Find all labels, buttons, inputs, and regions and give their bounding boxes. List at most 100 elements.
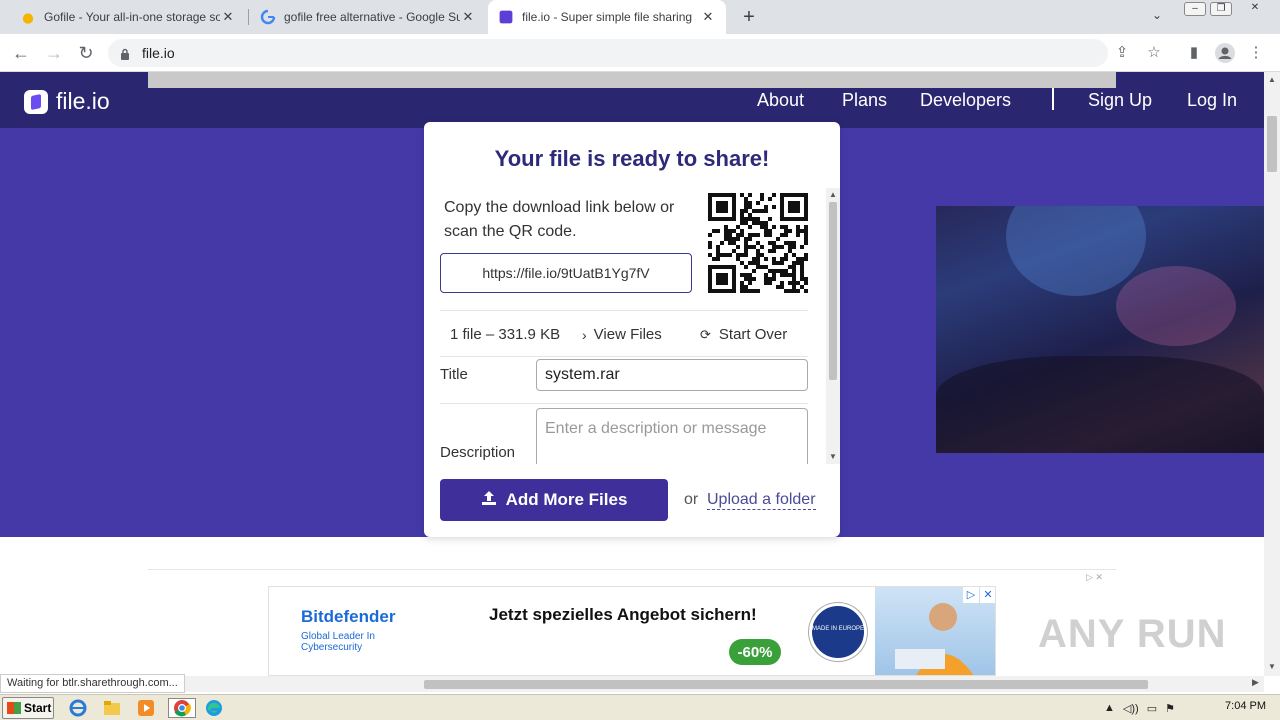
qr-module xyxy=(720,205,724,209)
minimize-icon[interactable]: – xyxy=(1184,2,1206,16)
window-close-icon[interactable]: ✕ xyxy=(1244,2,1266,16)
qr-module xyxy=(796,233,800,237)
qr-module xyxy=(796,217,800,221)
qr-module xyxy=(732,193,736,197)
qr-module xyxy=(736,253,740,257)
reload-icon[interactable]: ↻ xyxy=(75,42,97,64)
qr-module xyxy=(788,205,792,209)
profile-avatar-icon[interactable] xyxy=(1215,43,1235,63)
tab-google-search[interactable]: gofile free alternative - Google Such ✕ xyxy=(250,0,486,34)
bitdefender-ad[interactable]: Bitdefender Global Leader In Cybersecuri… xyxy=(268,586,996,676)
tab-search-chevron-icon[interactable]: ⌄ xyxy=(1152,8,1162,22)
horizontal-scroll-thumb[interactable] xyxy=(424,680,1148,689)
vertical-scroll-thumb[interactable] xyxy=(1267,116,1277,172)
qr-code[interactable] xyxy=(708,193,808,293)
nav-about[interactable]: About xyxy=(757,90,804,111)
start-over-button[interactable]: ⟳ Start Over xyxy=(700,326,787,343)
upload-folder-link[interactable]: Upload a folder xyxy=(707,491,816,510)
address-bar[interactable]: file.io xyxy=(108,39,1108,67)
scroll-down-icon[interactable]: ▼ xyxy=(1268,662,1276,671)
qr-module xyxy=(780,193,784,197)
back-arrow-icon[interactable]: ← xyxy=(10,42,32,64)
qr-module xyxy=(764,221,768,225)
ad-info-icon[interactable]: ▷ xyxy=(963,587,979,603)
close-icon[interactable]: ✕ xyxy=(220,9,236,25)
instructions-text: Copy the download link below or scan the… xyxy=(444,199,675,240)
url-text: file.io xyxy=(142,45,175,61)
menu-kebab-icon[interactable]: ⋮ xyxy=(1246,43,1266,63)
qr-module xyxy=(740,217,744,221)
qr-module xyxy=(708,269,712,273)
tab-fileio[interactable]: file.io - Super simple file sharing ✕ xyxy=(488,0,726,34)
scroll-down-icon[interactable]: ▼ xyxy=(829,452,837,461)
qr-module xyxy=(796,209,800,213)
close-icon[interactable]: ✕ xyxy=(460,9,476,25)
restore-icon[interactable]: ❐ xyxy=(1210,2,1232,16)
tray-expand-icon[interactable]: ▲ xyxy=(1104,702,1115,714)
nav-plans[interactable]: Plans xyxy=(842,90,887,111)
qr-module xyxy=(708,233,712,237)
qr-module xyxy=(744,205,748,209)
side-panel-icon[interactable]: ▮ xyxy=(1184,43,1204,63)
qr-module xyxy=(712,193,716,197)
qr-module xyxy=(744,277,748,281)
taskbar-clock: 7:04 PM xyxy=(1225,700,1266,712)
qr-module xyxy=(728,233,732,237)
qr-module xyxy=(764,265,768,269)
card-scrollbar[interactable]: ▲ ▼ xyxy=(826,188,840,464)
volume-icon[interactable]: ◁)) xyxy=(1123,702,1139,715)
qr-module xyxy=(788,289,792,293)
scroll-up-icon[interactable]: ▲ xyxy=(1268,75,1276,84)
title-input[interactable]: system.rar xyxy=(536,359,808,391)
qr-module xyxy=(772,205,776,209)
page-horizontal-scrollbar[interactable]: ▶ xyxy=(0,676,1264,692)
nav-log-in[interactable]: Log In xyxy=(1187,90,1237,111)
scroll-up-icon[interactable]: ▲ xyxy=(829,190,837,199)
forward-arrow-icon[interactable]: → xyxy=(43,42,65,64)
network-icon[interactable]: ▭ xyxy=(1147,702,1157,715)
tab-gofile[interactable]: Gofile - Your all-in-one storage soluti … xyxy=(10,0,246,34)
nav-sign-up[interactable]: Sign Up xyxy=(1088,90,1152,111)
qr-module xyxy=(752,269,756,273)
page-vertical-scrollbar[interactable]: ▲ ▼ xyxy=(1264,72,1280,676)
nav-developers[interactable]: Developers xyxy=(920,90,1011,111)
qr-module xyxy=(708,253,712,257)
close-icon[interactable]: ✕ xyxy=(700,9,716,25)
qr-module xyxy=(748,281,752,285)
download-link-field[interactable]: https://file.io/9tUatB1Yg7fV xyxy=(440,253,692,293)
qr-module xyxy=(748,205,752,209)
qr-module xyxy=(732,269,736,273)
scroll-right-icon[interactable]: ▶ xyxy=(1252,677,1259,688)
share-icon[interactable]: ⇪ xyxy=(1112,43,1132,63)
qr-module xyxy=(800,269,804,273)
description-textarea[interactable]: Enter a description or message xyxy=(536,408,808,464)
view-files-button[interactable]: › View Files xyxy=(582,326,662,343)
video-player[interactable] xyxy=(936,206,1264,453)
qr-module xyxy=(784,253,788,257)
bookmark-star-icon[interactable]: ☆ xyxy=(1144,43,1164,63)
qr-module xyxy=(756,261,760,265)
site-logo[interactable]: file.io xyxy=(24,88,110,115)
add-more-files-button[interactable]: Add More Files xyxy=(440,479,668,521)
card-scrollbar-thumb[interactable] xyxy=(829,202,837,380)
qr-module xyxy=(724,273,728,277)
ad-choices-icon[interactable]: ▷ ✕ xyxy=(1086,572,1103,583)
qr-module xyxy=(792,245,796,249)
ad-close-icon[interactable]: ✕ xyxy=(980,587,995,603)
chrome-icon[interactable] xyxy=(168,698,196,718)
qr-module xyxy=(764,229,768,233)
card-scroll-area[interactable]: Copy the download link below or scan the… xyxy=(424,186,826,464)
media-player-icon[interactable] xyxy=(136,698,158,718)
explorer-folder-icon[interactable] xyxy=(102,698,124,718)
qr-module xyxy=(724,205,728,209)
qr-module xyxy=(724,233,728,237)
qr-module xyxy=(796,225,800,229)
start-button[interactable]: Start xyxy=(2,697,54,719)
new-tab-button[interactable]: + xyxy=(738,6,760,28)
qr-module xyxy=(740,229,744,233)
edge-icon[interactable] xyxy=(204,698,226,718)
flag-icon[interactable]: ⚑ xyxy=(1165,702,1175,715)
qr-module xyxy=(728,237,732,241)
ie-icon[interactable] xyxy=(68,698,90,718)
qr-module xyxy=(772,261,776,265)
